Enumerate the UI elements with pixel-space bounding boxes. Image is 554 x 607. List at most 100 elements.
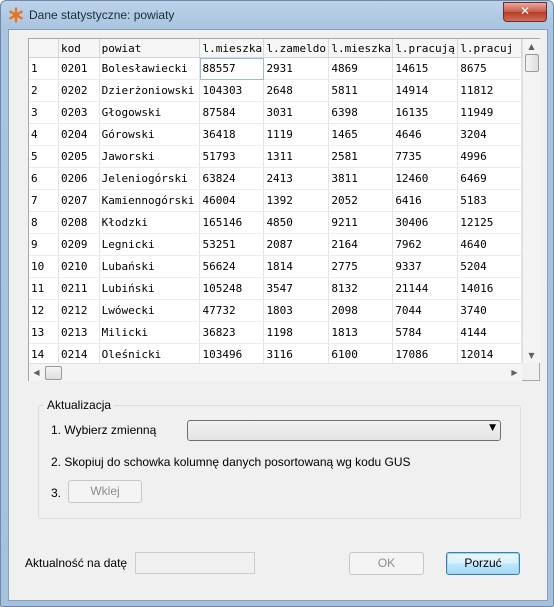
table-cell[interactable]: 36823	[199, 321, 265, 344]
table-cell[interactable]: 63824	[199, 167, 265, 190]
table-cell[interactable]: 0210	[58, 255, 100, 278]
table-cell[interactable]: Lwówecki	[99, 299, 201, 322]
table-cell[interactable]: Bolesławiecki	[99, 57, 201, 80]
table-cell[interactable]: 5784	[392, 321, 459, 344]
vertical-scrollbar[interactable]: ▲ ▼	[522, 39, 540, 363]
table-cell[interactable]: 2413	[263, 167, 330, 190]
table-row[interactable]: 5 0205 Jaworski 51793 1311 2581 7735 4996	[29, 145, 522, 168]
variable-select[interactable]: ▼	[187, 420, 501, 441]
table-cell[interactable]: 2052	[328, 189, 394, 212]
table-cell[interactable]: 12125	[457, 211, 522, 234]
table-cell[interactable]: 4869	[328, 57, 394, 80]
table-cell[interactable]: 8675	[457, 57, 522, 80]
table-cell[interactable]: 56624	[199, 255, 265, 278]
table-cell[interactable]: 2775	[328, 255, 394, 278]
column-header[interactable]: l.mieszka	[199, 39, 265, 58]
table-cell[interactable]: 5183	[457, 189, 522, 212]
table-cell[interactable]: 6416	[392, 189, 459, 212]
table-row[interactable]: 4 0204 Górowski 36418 1119 1465 4646 3204	[29, 123, 522, 146]
cancel-button[interactable]: Porzuć	[446, 552, 520, 575]
table-cell[interactable]: 11812	[457, 79, 522, 102]
table-cell[interactable]: 165146	[199, 211, 265, 234]
table-cell[interactable]: 5811	[328, 79, 394, 102]
column-header[interactable]: kod	[58, 39, 100, 58]
scroll-up-icon[interactable]: ▲	[523, 39, 540, 54]
table-cell[interactable]: 1803	[263, 299, 330, 322]
table-cell[interactable]: 14914	[392, 79, 459, 102]
table-cell[interactable]: 0201	[58, 57, 100, 80]
table-cell[interactable]: 1119	[263, 123, 330, 146]
table-cell[interactable]: 0212	[58, 299, 100, 322]
table-cell[interactable]: 9211	[328, 211, 394, 234]
table-row[interactable]: 8 0208 Kłodzki 165146 4850 9211 30406 12125	[29, 211, 522, 234]
table-row[interactable]: 11 0211 Lubiński 105248 3547 8132 21144 14016	[29, 277, 522, 300]
vertical-scroll-thumb[interactable]	[525, 54, 539, 72]
table-cell[interactable]: 0205	[58, 145, 100, 168]
table-cell[interactable]: 4640	[457, 233, 522, 256]
table-cell[interactable]: 3204	[457, 123, 522, 146]
table-cell[interactable]: 7962	[392, 233, 459, 256]
table-cell[interactable]: 3547	[263, 277, 330, 300]
table-cell[interactable]: Oleśnicki	[99, 343, 201, 363]
table-cell[interactable]: 6100	[328, 343, 394, 363]
table-cell[interactable]: 36418	[199, 123, 265, 146]
table-cell[interactable]: 1814	[263, 255, 330, 278]
table-cell[interactable]: 8132	[328, 277, 394, 300]
table-cell[interactable]: 3740	[457, 299, 522, 322]
column-header[interactable]: powiat	[99, 39, 201, 58]
horizontal-scroll-thumb[interactable]	[45, 366, 62, 380]
table-cell[interactable]: 51793	[199, 145, 265, 168]
table-cell[interactable]: 2098	[328, 299, 394, 322]
title-bar[interactable]: Dane statystyczne: powiaty ✕	[1, 1, 553, 29]
table-cell[interactable]: Górowski	[99, 123, 201, 146]
table-cell[interactable]: Legnicki	[99, 233, 201, 256]
table-cell[interactable]: 1813	[328, 321, 394, 344]
table-cell[interactable]: 2648	[263, 79, 330, 102]
table-cell[interactable]: 1392	[263, 189, 330, 212]
table-row[interactable]: 7 0207 Kamiennogórski 46004 1392 2052 6416 5183	[29, 189, 522, 212]
table-row[interactable]: 14 0214 Oleśnicki 103496 3116 6100 17086 12014	[29, 343, 522, 363]
table-cell[interactable]: 21144	[392, 277, 459, 300]
table-cell[interactable]: 3116	[263, 343, 330, 363]
table-cell[interactable]: 0207	[58, 189, 100, 212]
table-cell[interactable]: 4646	[392, 123, 459, 146]
column-header[interactable]: l.zameldo	[263, 39, 330, 58]
table-cell[interactable]: 12014	[457, 343, 522, 363]
table-cell[interactable]: 3031	[263, 101, 330, 124]
table-cell[interactable]: 6398	[328, 101, 394, 124]
table-cell[interactable]: 2164	[328, 233, 394, 256]
table-cell[interactable]: 4850	[263, 211, 330, 234]
table-cell[interactable]: 47732	[199, 299, 265, 322]
table-cell[interactable]: Kamiennogórski	[99, 189, 201, 212]
table-row[interactable]: 12 0212 Lwówecki 47732 1803 2098 7044 3740	[29, 299, 522, 322]
table-cell[interactable]: 2931	[263, 57, 330, 80]
table-cell[interactable]: 1465	[328, 123, 394, 146]
table-cell[interactable]: 0208	[58, 211, 100, 234]
table-cell[interactable]: 0211	[58, 277, 100, 300]
table-cell[interactable]: Lubański	[99, 255, 201, 278]
scroll-right-icon[interactable]: ▶	[507, 364, 522, 381]
scroll-down-icon[interactable]: ▼	[523, 348, 540, 363]
table-cell[interactable]: 0202	[58, 79, 100, 102]
column-header[interactable]: l.mieszka	[328, 39, 394, 58]
table-row[interactable]: 10 0210 Lubański 56624 1814 2775 9337 5204	[29, 255, 522, 278]
table-cell[interactable]: 30406	[392, 211, 459, 234]
table-cell[interactable]: 0203	[58, 101, 100, 124]
table-cell[interactable]: Głogowski	[99, 101, 201, 124]
table-cell[interactable]: 46004	[199, 189, 265, 212]
table-cell[interactable]: 2581	[328, 145, 394, 168]
table-cell[interactable]: Kłodzki	[99, 211, 201, 234]
table-cell[interactable]: 4996	[457, 145, 522, 168]
column-header[interactable]	[29, 39, 60, 58]
ok-button[interactable]: OK	[349, 552, 424, 575]
table-cell[interactable]: 9337	[392, 255, 459, 278]
table-cell[interactable]: 1311	[263, 145, 330, 168]
table-cell[interactable]: 14615	[392, 57, 459, 80]
table-cell[interactable]: 0204	[58, 123, 100, 146]
table-cell[interactable]: Jaworski	[99, 145, 201, 168]
date-field[interactable]	[135, 552, 255, 574]
table-row[interactable]: 1 0201 Bolesławiecki 88557 2931 4869 14615 8675	[29, 57, 522, 80]
table-cell[interactable]: 7044	[392, 299, 459, 322]
table-cell[interactable]: 105248	[199, 277, 265, 300]
table-cell[interactable]: 5204	[457, 255, 522, 278]
